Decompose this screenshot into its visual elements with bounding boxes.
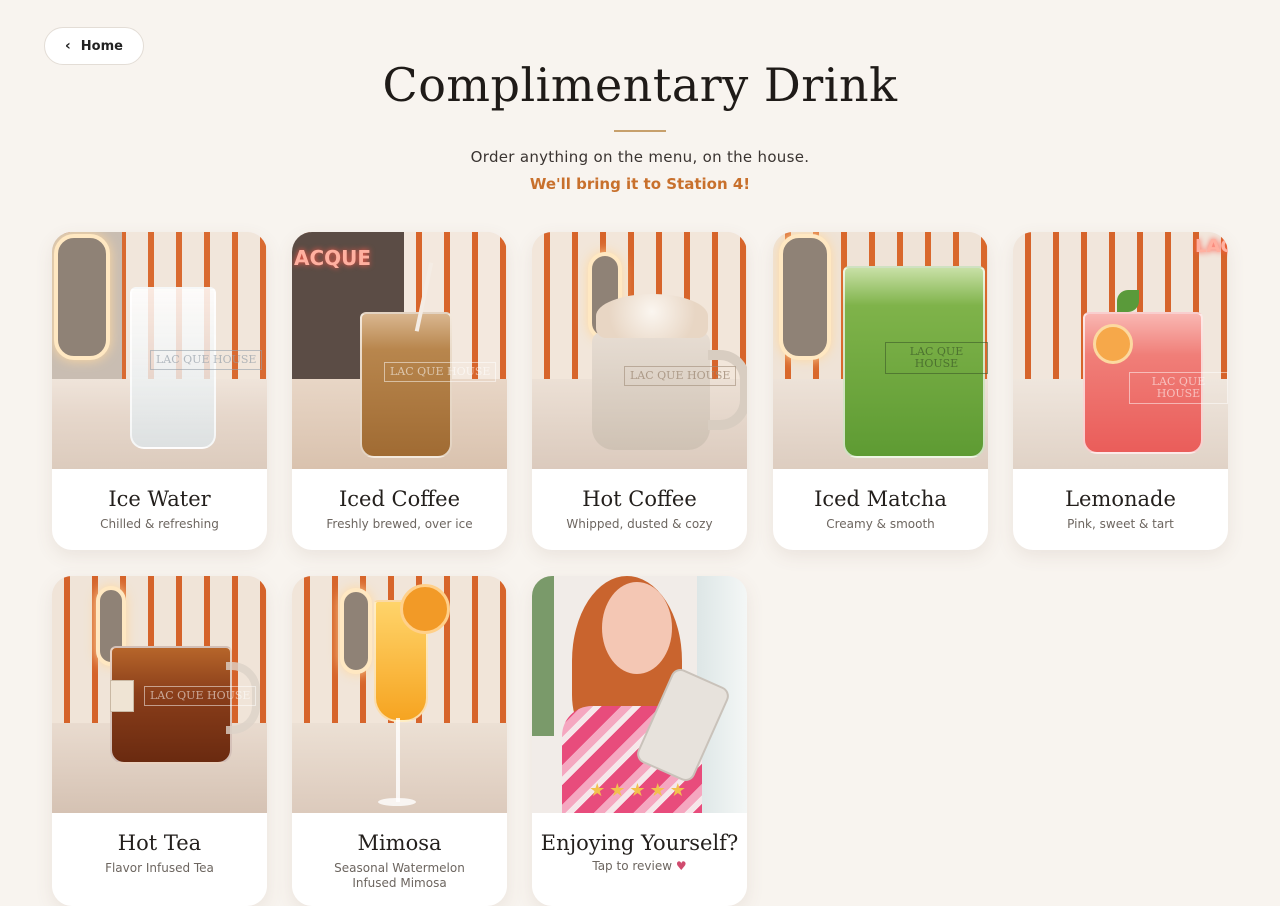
home-button-label: Home xyxy=(80,38,123,54)
glass-logo: LAC QUE HOUSE xyxy=(384,362,497,382)
review-card[interactable]: ★★★★★ Enjoying Yourself? Tap to review ♥ xyxy=(532,576,747,906)
menu-item-description: Seasonal Watermelon Infused Mimosa xyxy=(334,861,465,890)
lemonade-photo: LAC LAC QUE HOUSE xyxy=(1013,232,1228,469)
neon-sign: ACQUE xyxy=(294,246,372,270)
menu-item-name: Lemonade xyxy=(1065,487,1176,511)
menu-item-description: Freshly brewed, over ice xyxy=(326,517,473,531)
ice-water-photo: LAC QUE HOUSE xyxy=(52,232,267,469)
glass-logo: LAC QUE HOUSE xyxy=(885,342,988,374)
review-cta: Tap to review ♥ xyxy=(532,859,747,874)
menu-item-name: Mimosa xyxy=(357,831,442,855)
menu-card-mimosa[interactable]: Mimosa Seasonal Watermelon Infused Mimos… xyxy=(292,576,507,906)
menu-item-name: Ice Water xyxy=(108,487,211,511)
review-cta-text: Tap to review xyxy=(592,859,673,873)
menu-item-name: Iced Coffee xyxy=(338,487,461,511)
chevron-left-icon: ‹ xyxy=(65,38,71,54)
glass-logo: LAC QUE HOUSE xyxy=(144,686,257,706)
hot-coffee-photo: LAC QUE HOUSE xyxy=(532,232,747,469)
page-subtitle: Order anything on the menu, on the house… xyxy=(470,148,810,166)
heart-icon: ♥ xyxy=(675,859,687,873)
page-title: Complimentary Drink xyxy=(382,58,898,112)
menu-card-ice-water[interactable]: LAC QUE HOUSE Ice Water Chilled & refres… xyxy=(52,232,267,550)
mimosa-photo xyxy=(292,576,507,813)
menu-card-hot-tea[interactable]: LAC QUE HOUSE Hot Tea Flavor Infused Tea xyxy=(52,576,267,906)
review-title: Enjoying Yourself? xyxy=(540,831,739,855)
menu-item-name: Iced Matcha xyxy=(814,487,947,511)
menu-card-hot-coffee[interactable]: LAC QUE HOUSE Hot Coffee Whipped, dusted… xyxy=(532,232,747,550)
glass-logo: LAC QUE HOUSE xyxy=(150,350,263,370)
neon-sign: LAC xyxy=(1195,236,1228,257)
station-note: We'll bring it to Station 4! xyxy=(529,175,751,193)
hot-tea-photo: LAC QUE HOUSE xyxy=(52,576,267,813)
title-divider xyxy=(614,130,666,132)
iced-matcha-photo: LAC QUE HOUSE xyxy=(773,232,988,469)
menu-item-description: Whipped, dusted & cozy xyxy=(566,517,713,531)
menu-item-description: Chilled & refreshing xyxy=(100,517,219,531)
mug-logo: LAC QUE HOUSE xyxy=(624,366,737,386)
review-photo: ★★★★★ xyxy=(532,576,747,813)
menu-card-iced-matcha[interactable]: LAC QUE HOUSE Iced Matcha Creamy & smoot… xyxy=(773,232,988,550)
menu-item-description: Flavor Infused Tea xyxy=(105,861,214,875)
rating-stars-icon: ★★★★★ xyxy=(589,780,690,800)
menu-item-name: Hot Coffee xyxy=(582,487,697,511)
menu-item-description: Creamy & smooth xyxy=(826,517,935,531)
menu-item-name: Hot Tea xyxy=(117,831,202,855)
menu-card-lemonade[interactable]: LAC LAC QUE HOUSE Lemonade Pink, sweet &… xyxy=(1013,232,1228,550)
glass-logo: LAC QUE HOUSE xyxy=(1129,372,1228,404)
menu-card-iced-coffee[interactable]: ACQUE LAC QUE HOUSE Iced Coffee Freshly … xyxy=(292,232,507,550)
iced-coffee-photo: ACQUE LAC QUE HOUSE xyxy=(292,232,507,469)
menu-item-description: Pink, sweet & tart xyxy=(1067,517,1174,531)
